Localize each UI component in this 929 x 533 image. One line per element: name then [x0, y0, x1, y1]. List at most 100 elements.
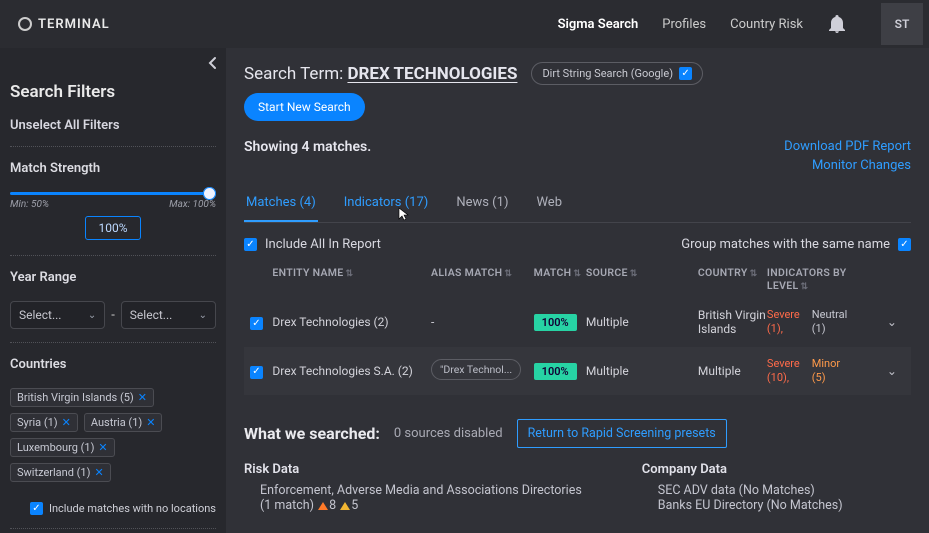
country-tag[interactable]: Austria (1)✕ — [84, 413, 163, 432]
company-data-line: SEC ADV data (No Matches) — [658, 483, 843, 498]
country-tag[interactable]: British Virgin Islands (5)✕ — [10, 388, 154, 407]
brand-text: TERMINAL — [38, 17, 110, 32]
expand-row-icon[interactable]: ⌄ — [879, 364, 905, 378]
slider-max-label: Max: 100% — [169, 199, 216, 210]
dirt-string-checkbox[interactable]: ✓ — [679, 67, 692, 80]
download-pdf-link[interactable]: Download PDF Report — [784, 139, 911, 154]
group-same-name-checkbox[interactable]: ✓ — [898, 238, 911, 251]
nav-profiles[interactable]: Profiles — [662, 17, 706, 32]
content-area: Search Term: DREX TECHNOLOGIES Dirt Stri… — [226, 48, 929, 533]
dirt-string-search-pill[interactable]: Dirt String Search (Google) ✓ — [531, 62, 703, 85]
col-source[interactable]: SOURCE⇅ — [586, 266, 698, 292]
top-nav: Sigma Search Profiles Country Risk ST — [558, 3, 923, 45]
remove-tag-icon[interactable]: ✕ — [138, 391, 147, 404]
include-all-label: Include All In Report — [265, 237, 381, 252]
group-same-name-label: Group matches with the same name — [681, 237, 890, 252]
country-tags: British Virgin Islands (5)✕ Syria (1)✕ A… — [10, 388, 216, 482]
entity-name[interactable]: Drex Technologies S.A. (2) — [272, 364, 431, 378]
unselect-all-filters[interactable]: Unselect All Filters — [10, 118, 216, 133]
source-cell: Multiple — [586, 364, 698, 378]
year-range-separator: - — [111, 308, 115, 323]
what-we-searched: What we searched: 0 sources disabled Ret… — [244, 419, 911, 523]
user-badge[interactable]: ST — [881, 3, 923, 45]
sources-disabled-count: 0 sources disabled — [394, 426, 503, 441]
company-data-title: Company Data — [642, 462, 843, 477]
divider — [10, 342, 216, 343]
logo-icon — [18, 17, 32, 31]
col-country[interactable]: COUNTRY⇅ — [698, 266, 767, 292]
remove-tag-icon[interactable]: ✕ — [94, 466, 103, 479]
nav-sigma-search[interactable]: Sigma Search — [558, 17, 639, 32]
search-term-value: DREX TECHNOLOGIES — [347, 64, 517, 84]
warning-icon — [340, 502, 350, 510]
tab-news[interactable]: News (1) — [454, 195, 510, 222]
search-term: Search Term: DREX TECHNOLOGIES — [244, 64, 517, 84]
sort-icon: ⇅ — [504, 269, 512, 279]
row-checkbox[interactable]: ✓ — [250, 317, 263, 330]
country-cell: British Virgin Islands — [698, 308, 767, 336]
nav-country-risk[interactable]: Country Risk — [730, 17, 803, 32]
monitor-changes-link[interactable]: Monitor Changes — [812, 158, 911, 173]
tab-indicators[interactable]: Indicators (17) — [342, 195, 431, 222]
entity-name[interactable]: Drex Technologies (2) — [272, 315, 431, 329]
match-strength-title: Match Strength — [10, 161, 216, 176]
company-data-line: Banks EU Directory (No Matches) — [658, 498, 843, 513]
match-strength-slider[interactable]: Min: 50% Max: 100% 100% — [10, 192, 216, 240]
tab-matches[interactable]: Matches (4) — [244, 195, 318, 222]
slider-min-label: Min: 50% — [10, 199, 49, 210]
col-entity[interactable]: ENTITY NAME⇅ — [272, 266, 431, 292]
remove-tag-icon[interactable]: ✕ — [98, 441, 107, 454]
table-row: ✓ Drex Technologies S.A. (2) "Drex Techn… — [244, 347, 911, 396]
sidebar-title: Search Filters — [10, 82, 216, 102]
brand-logo: TERMINAL — [18, 17, 110, 32]
bell-icon[interactable] — [827, 14, 847, 34]
sort-icon: ⇅ — [800, 282, 808, 292]
include-no-location-checkbox[interactable]: ✓ — [30, 502, 43, 515]
risk-data-line: (1 match) 8 5 — [260, 498, 582, 513]
company-data-block: Company Data SEC ADV data (No Matches) B… — [642, 462, 843, 513]
countries-title: Countries — [10, 357, 216, 372]
risk-data-line: Enforcement, Adverse Media and Associati… — [260, 483, 582, 498]
chevron-down-icon: ⌄ — [88, 310, 96, 321]
match-strength-value[interactable]: 100% — [85, 216, 140, 240]
year-range-to-select[interactable]: Select... ⌄ — [121, 301, 216, 329]
select-placeholder: Select... — [19, 308, 61, 322]
risk-data-block: Risk Data Enforcement, Adverse Media and… — [244, 462, 582, 513]
source-cell: Multiple — [586, 315, 698, 329]
slider-thumb[interactable] — [203, 187, 216, 200]
collapse-sidebar-icon[interactable] — [206, 56, 220, 74]
row-checkbox[interactable]: ✓ — [250, 366, 263, 379]
table-row: ✓ Drex Technologies (2) - 100% Multiple … — [244, 298, 911, 347]
start-new-search-button[interactable]: Start New Search — [244, 93, 365, 121]
year-range-from-select[interactable]: Select... ⌄ — [10, 301, 105, 329]
select-placeholder: Select... — [130, 308, 172, 322]
match-badge: 100% — [534, 363, 577, 380]
alias-match-pill[interactable]: "Drex Technol... — [431, 359, 521, 380]
country-tag[interactable]: Switzerland (1)✕ — [10, 463, 111, 482]
col-alias[interactable]: ALIAS MATCH⇅ — [431, 266, 534, 292]
tab-web[interactable]: Web — [534, 195, 564, 222]
sidebar: Search Filters Unselect All Filters Matc… — [0, 48, 226, 533]
warning-icon — [318, 502, 328, 510]
divider — [10, 146, 216, 147]
year-range-title: Year Range — [10, 270, 216, 285]
col-match[interactable]: MATCH⇅ — [534, 266, 586, 292]
country-cell: Multiple — [698, 364, 767, 378]
sort-icon: ⇅ — [573, 269, 581, 279]
alias-match: - — [431, 315, 534, 329]
remove-tag-icon[interactable]: ✕ — [146, 416, 155, 429]
sort-icon: ⇅ — [630, 269, 638, 279]
remove-tag-icon[interactable]: ✕ — [62, 416, 71, 429]
include-no-location-label: Include matches with no locations — [49, 502, 216, 515]
sort-icon: ⇅ — [750, 269, 758, 279]
indicators-cell: Severe(10), Minor(5) — [767, 357, 879, 386]
return-to-presets-button[interactable]: Return to Rapid Screening presets — [517, 419, 727, 448]
col-indicators[interactable]: INDICATORS BY LEVEL⇅ — [767, 266, 879, 292]
country-tag[interactable]: Luxembourg (1)✕ — [10, 438, 115, 457]
results-count: Showing 4 matches. — [244, 139, 371, 155]
include-all-checkbox[interactable]: ✓ — [244, 238, 257, 251]
divider — [10, 528, 216, 529]
expand-row-icon[interactable]: ⌄ — [879, 315, 905, 329]
country-tag[interactable]: Syria (1)✕ — [10, 413, 78, 432]
result-tabs: Matches (4) Indicators (17) News (1) Web — [244, 195, 911, 223]
